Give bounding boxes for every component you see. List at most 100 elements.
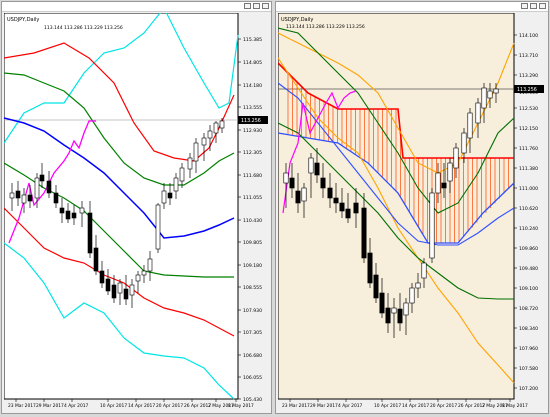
minimize-icon[interactable] [521,3,528,9]
candle [213,122,219,134]
x-tick-label: 14 Apr 2017 [128,403,155,409]
chart-symbol-label: USDJPY,Daily [7,17,39,23]
candle [129,284,135,296]
y-tick-label: 112.150 [519,126,538,132]
candle [99,270,105,284]
candle [21,194,27,204]
y-tick-label: 109.100 [519,286,538,292]
candle [493,88,499,94]
candle [429,192,435,259]
candle [173,177,179,192]
candle [201,137,207,146]
candle [79,207,85,214]
candle [155,204,161,250]
y-tick-label: 111.000 [519,186,538,192]
y-tick-label: 112.305 [243,150,262,156]
candle [289,177,295,189]
candle [117,282,123,294]
candle [123,288,129,300]
candle [301,187,307,202]
candle [385,307,391,324]
price-tag: 113.256 [517,87,537,93]
candle [361,207,367,259]
y-tick-label: 106.055 [243,375,262,381]
x-tick-label: 8 May 2017 [228,403,254,409]
y-tick-label: 107.200 [519,386,538,392]
candle [87,212,93,254]
window-title-bar[interactable] [2,2,271,12]
candle [461,132,467,154]
candle [15,190,21,199]
y-tick-label: 106.680 [243,353,262,359]
price-chart-right[interactable]: USDJPY,Daily113.144 113.286 113.229 113.… [278,13,548,413]
candle [403,302,409,316]
candle [111,284,117,299]
candle [379,292,385,314]
x-tick-label: 23 Mar 2017 [8,403,36,409]
candle [475,102,481,124]
y-tick-label: 110.240 [519,226,538,232]
candle [147,258,153,272]
candle [167,192,173,199]
candle [93,247,99,272]
y-tick-label: 112.930 [243,128,262,134]
chart-window-right[interactable]: USDJPY,Daily 113.144 113.286 113.229 113.… [275,1,549,414]
candle [314,162,320,176]
y-tick-label: 113.555 [243,105,262,111]
candle [467,112,473,139]
x-tick-label: 20 Apr 2017 [156,403,183,409]
candle [453,147,459,169]
candle [193,142,199,162]
maximize-icon[interactable] [530,3,537,9]
candle [481,87,487,109]
y-tick-label: 111.680 [243,173,262,179]
candle [397,308,403,324]
candle [179,167,185,182]
y-tick-label: 111.055 [243,195,262,201]
y-tick-label: 114.180 [243,83,262,89]
candle [59,207,65,214]
y-tick-label: 113.290 [519,73,538,79]
chart-window-left[interactable]: USDJPY,Daily 113.144 113.286 113.229 113.… [1,1,272,414]
candle [135,274,141,282]
candle [345,208,351,219]
window-title-bar[interactable] [276,2,548,12]
y-tick-label: 107.930 [243,308,262,314]
y-tick-label: 114.805 [243,60,262,66]
candle [34,177,40,199]
y-tick-label: 108.720 [519,306,538,312]
ohlc-readout: 113.144 113.286 113.229 113.256 [44,25,123,31]
candle [367,252,373,284]
y-tick-label: 112.530 [519,106,538,112]
minimize-icon[interactable] [244,3,251,9]
candle [320,177,326,189]
candle [327,187,333,199]
candle [105,278,111,292]
price-chart-left[interactable]: USDJPY,Daily 113.144 113.286 113.229 113.… [4,13,271,413]
y-tick-label: 115.385 [243,37,262,43]
x-tick-label: 4 Apr 2017 [338,403,363,409]
y-tick-label: 107.580 [519,366,538,372]
maximize-icon[interactable] [253,3,260,9]
y-tick-label: 109.860 [519,246,538,252]
x-tick-label: 8 May 2017 [502,403,528,409]
x-tick-label: 29 Mar 2017 [36,403,64,409]
close-icon[interactable] [539,3,546,9]
x-tick-label: 23 Mar 2017 [282,403,310,409]
candle [391,307,397,314]
y-tick-label: 109.805 [243,240,262,246]
candle [39,174,45,182]
x-tick-label: 4 Apr 2017 [64,403,89,409]
y-tick-label: 105.430 [243,397,262,403]
y-tick-label: 110.430 [243,218,262,224]
candle [65,210,71,220]
y-tick-label: 109.180 [243,263,262,269]
close-icon[interactable] [262,3,269,9]
y-tick-label: 114.100 [519,33,538,39]
candle [353,202,359,214]
ohlc-readout: 113.144 113.286 113.229 113.256 [286,24,365,30]
candle [161,190,167,204]
y-tick-label: 113.710 [519,53,538,59]
candle [187,157,193,170]
candle [283,172,289,184]
